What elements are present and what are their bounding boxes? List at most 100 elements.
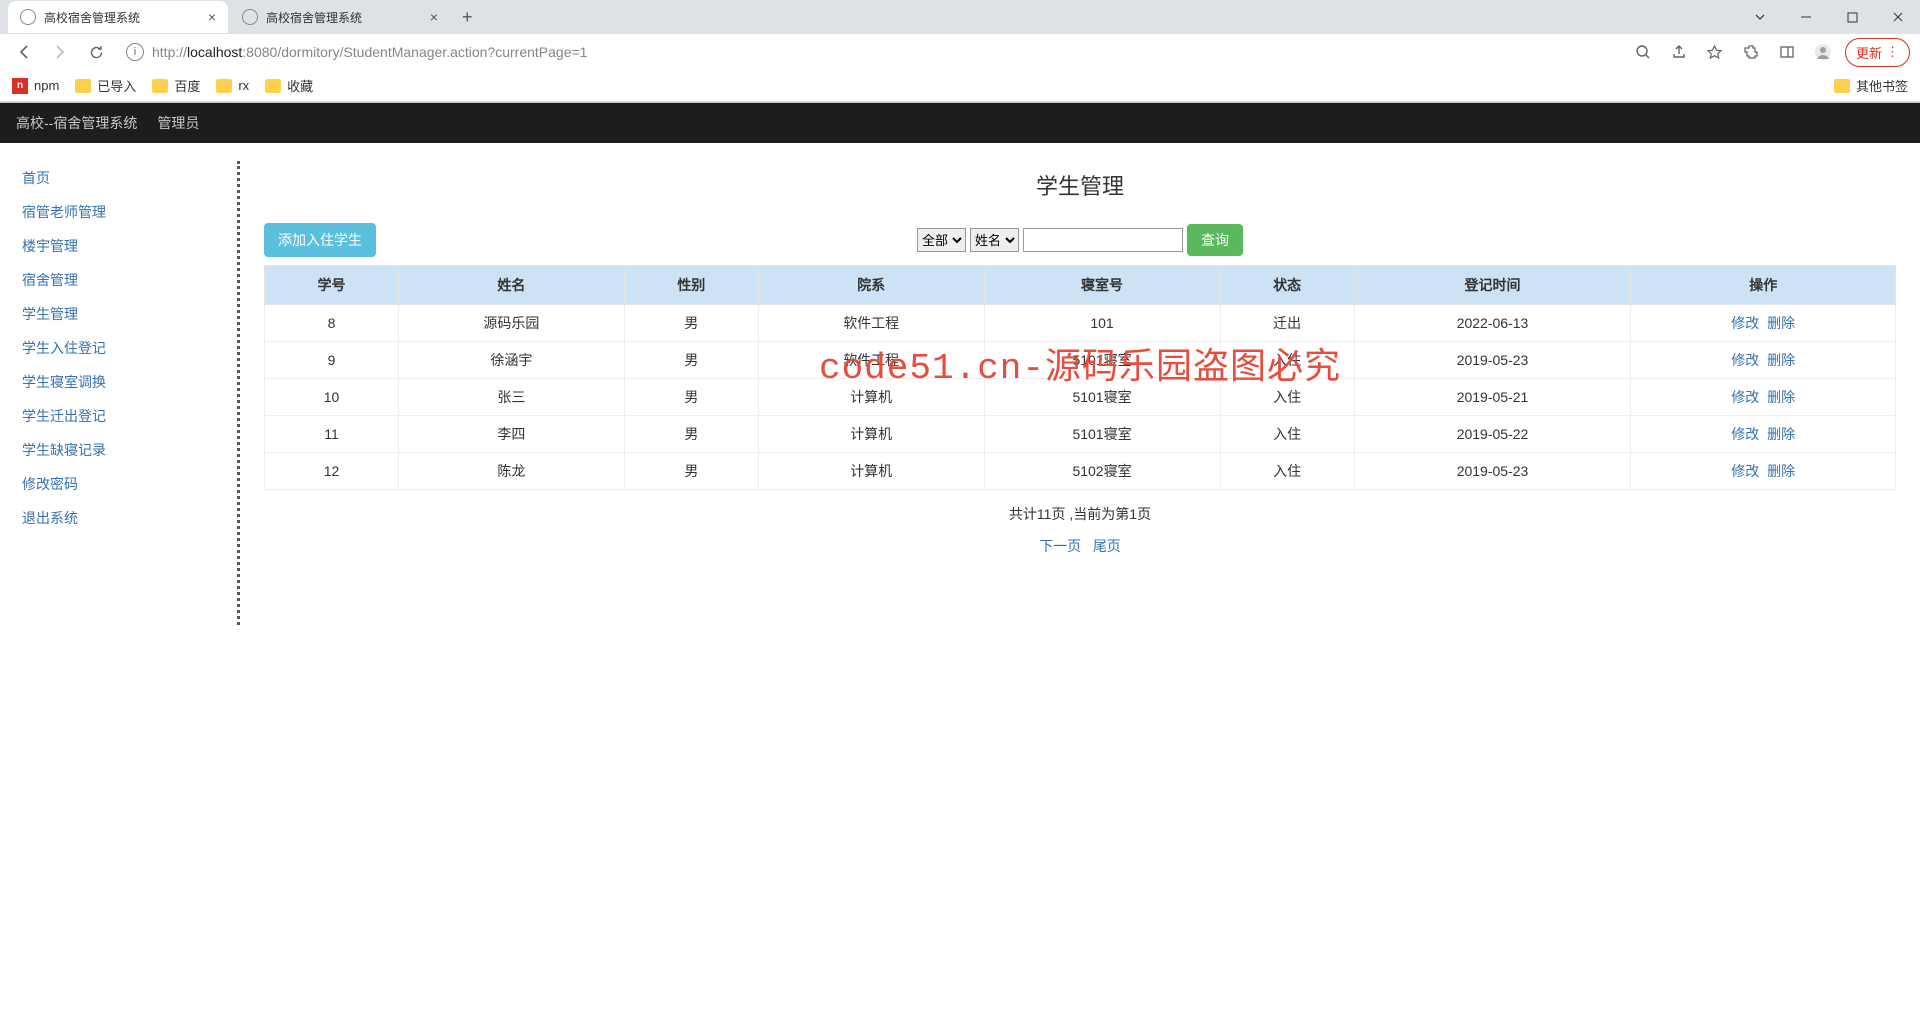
tab-title: 高校宿舍管理系统 [266, 9, 362, 26]
content-wrap: 首页 宿管老师管理 楼宇管理 宿舍管理 学生管理 学生入住登记 学生寝室调换 学… [0, 143, 1920, 643]
bookmark-npm[interactable]: nnpm [12, 78, 59, 94]
sidebar-item-home[interactable]: 首页 [22, 161, 240, 195]
bookmark-imported[interactable]: 已导入 [75, 76, 136, 95]
cell-room: 5101寝室 [984, 342, 1220, 379]
edit-link[interactable]: 修改 [1731, 389, 1759, 405]
edit-link[interactable]: 修改 [1731, 463, 1759, 479]
cell-dept: 计算机 [758, 416, 984, 453]
star-icon[interactable] [1701, 38, 1729, 66]
edit-link[interactable]: 修改 [1731, 315, 1759, 331]
cell-dept: 计算机 [758, 379, 984, 416]
info-icon[interactable]: i [126, 43, 144, 61]
pagination-links: 下一页 尾页 [264, 536, 1896, 556]
sidebar-item-dorm[interactable]: 宿舍管理 [22, 263, 240, 297]
url-host: localhost [187, 44, 242, 60]
sidebar-item-exchange[interactable]: 学生寝室调换 [22, 365, 240, 399]
close-icon[interactable]: × [208, 9, 216, 25]
maximize-icon[interactable] [1830, 2, 1874, 32]
folder-icon [75, 79, 91, 93]
browser-tab-active[interactable]: 高校宿舍管理系统 × [8, 1, 228, 33]
globe-icon [242, 9, 258, 25]
sidebar-item-password[interactable]: 修改密码 [22, 467, 240, 501]
cell-dept: 软件工程 [758, 305, 984, 342]
cell-dept: 软件工程 [758, 342, 984, 379]
cell-date: 2019-05-23 [1354, 453, 1631, 490]
folder-icon [1834, 79, 1850, 93]
add-student-button[interactable]: 添加入住学生 [264, 223, 376, 257]
cell-room: 5101寝室 [984, 416, 1220, 453]
table-row: 10张三男计算机5101寝室入住2019-05-21修改 删除 [265, 379, 1896, 416]
delete-link[interactable]: 删除 [1767, 389, 1795, 405]
cell-status: 迁出 [1220, 305, 1354, 342]
folder-icon [265, 79, 281, 93]
bookmark-rx[interactable]: rx [216, 78, 249, 93]
bookmark-baidu[interactable]: 百度 [152, 76, 200, 95]
search-input[interactable] [1023, 228, 1183, 252]
close-icon[interactable]: × [430, 9, 438, 25]
edit-link[interactable]: 修改 [1731, 426, 1759, 442]
new-tab-button[interactable]: + [452, 7, 483, 28]
window-controls [1738, 2, 1920, 32]
col-ops: 操作 [1631, 266, 1896, 305]
bookmark-bar: nnpm 已导入 百度 rx 收藏 其他书签 [0, 70, 1920, 102]
cell-date: 2022-06-13 [1354, 305, 1631, 342]
sidebar-item-building[interactable]: 楼宇管理 [22, 229, 240, 263]
close-window-icon[interactable] [1876, 2, 1920, 32]
nav-role[interactable]: 管理员 [157, 113, 199, 133]
col-room: 寝室号 [984, 266, 1220, 305]
tab-strip: 高校宿舍管理系统 × 高校宿舍管理系统 × + [0, 0, 1920, 34]
cell-status: 入住 [1220, 416, 1354, 453]
extensions-icon[interactable] [1737, 38, 1765, 66]
cell-status: 入住 [1220, 453, 1354, 490]
sidebar-item-student[interactable]: 学生管理 [22, 297, 240, 331]
cell-name: 源码乐园 [399, 305, 625, 342]
chevron-down-icon[interactable] [1738, 2, 1782, 32]
last-page-link[interactable]: 尾页 [1093, 538, 1121, 554]
delete-link[interactable]: 删除 [1767, 463, 1795, 479]
next-page-link[interactable]: 下一页 [1039, 538, 1081, 554]
toolbar: 添加入住学生 全部 姓名 查询 [264, 223, 1896, 257]
update-button[interactable]: 更新 ⋮ [1845, 38, 1910, 67]
back-button[interactable] [10, 38, 38, 66]
sidebar-item-dormadmin[interactable]: 宿管老师管理 [22, 195, 240, 229]
filter-by-select[interactable]: 姓名 [970, 228, 1019, 252]
table-row: 12陈龙男计算机5102寝室入住2019-05-23修改 删除 [265, 453, 1896, 490]
folder-icon [216, 79, 232, 93]
cell-date: 2019-05-22 [1354, 416, 1631, 453]
sidebar-item-absence[interactable]: 学生缺寝记录 [22, 433, 240, 467]
search-button[interactable]: 查询 [1187, 224, 1243, 256]
sidebar-item-checkin[interactable]: 学生入住登记 [22, 331, 240, 365]
kebab-icon: ⋮ [1886, 44, 1899, 60]
reload-button[interactable] [82, 38, 110, 66]
url-rest: :8080/dormitory/StudentManager.action?cu… [242, 44, 587, 60]
bookmark-other[interactable]: 其他书签 [1834, 76, 1908, 95]
sidebar-item-checkout[interactable]: 学生迁出登记 [22, 399, 240, 433]
filter-scope-select[interactable]: 全部 [917, 228, 966, 252]
cell-id: 8 [265, 305, 399, 342]
cell-ops: 修改 删除 [1631, 342, 1896, 379]
col-status: 状态 [1220, 266, 1354, 305]
delete-link[interactable]: 删除 [1767, 315, 1795, 331]
cell-room: 101 [984, 305, 1220, 342]
student-table: 学号 姓名 性别 院系 寝室号 状态 登记时间 操作 8源码乐园男软件工程101… [264, 265, 1896, 490]
npm-icon: n [12, 78, 28, 94]
sidebar-item-logout[interactable]: 退出系统 [22, 501, 240, 535]
cell-id: 12 [265, 453, 399, 490]
browser-tab[interactable]: 高校宿舍管理系统 × [230, 1, 450, 33]
col-date: 登记时间 [1354, 266, 1631, 305]
nav-brand[interactable]: 高校--宿舍管理系统 [16, 113, 137, 133]
address-bar[interactable]: i http://localhost:8080/dormitory/Studen… [118, 38, 1621, 66]
share-icon[interactable] [1665, 38, 1693, 66]
bookmark-fav[interactable]: 收藏 [265, 76, 313, 95]
minimize-icon[interactable] [1784, 2, 1828, 32]
cell-gender: 男 [624, 379, 758, 416]
col-dept: 院系 [758, 266, 984, 305]
delete-link[interactable]: 删除 [1767, 352, 1795, 368]
address-bar-row: i http://localhost:8080/dormitory/Studen… [0, 34, 1920, 70]
edit-link[interactable]: 修改 [1731, 352, 1759, 368]
delete-link[interactable]: 删除 [1767, 426, 1795, 442]
search-icon[interactable] [1629, 38, 1657, 66]
sidepanel-icon[interactable] [1773, 38, 1801, 66]
profile-icon[interactable] [1809, 38, 1837, 66]
cell-date: 2019-05-23 [1354, 342, 1631, 379]
